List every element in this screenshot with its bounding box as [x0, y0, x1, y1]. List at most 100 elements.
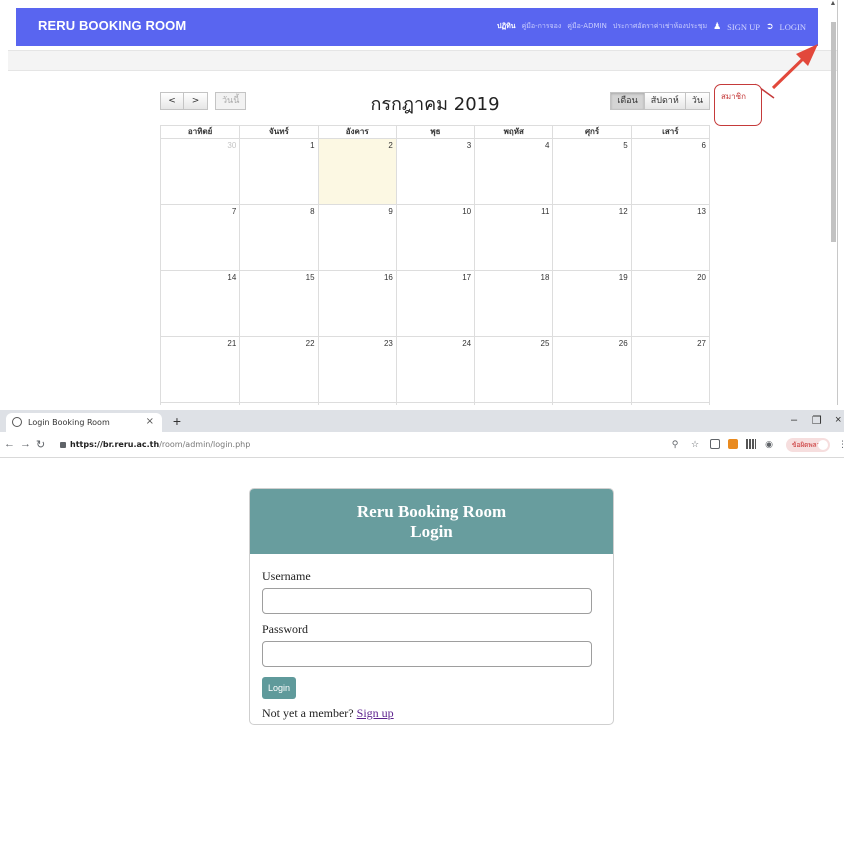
day-cell[interactable]: 6 — [630, 139, 709, 204]
week-row: 21 22 23 24 25 26 27 — [160, 336, 710, 402]
day-cell[interactable]: 23 — [317, 337, 396, 402]
day-cell[interactable]: 18 — [474, 271, 552, 336]
nav-link-booking-guide[interactable]: คู่มือ-การจอง — [522, 21, 562, 32]
login-button[interactable]: Login — [262, 677, 297, 699]
key-icon[interactable]: ⚲ — [670, 439, 680, 449]
day-cell[interactable]: 31 — [395, 403, 474, 405]
nav-link-rates[interactable]: ประกาศอัตราค่าเช่าห้องประชุม — [613, 21, 707, 32]
sub-header-bar — [8, 50, 837, 71]
day-cell[interactable]: 19 — [552, 271, 630, 336]
weekday-header: อาทิตย์ — [187, 127, 213, 136]
reload-icon[interactable]: ↻ — [36, 438, 45, 451]
day-cell[interactable]: 22 — [239, 337, 317, 402]
week-row: 14 15 16 17 18 19 20 — [160, 270, 710, 336]
menu-kebab-icon[interactable]: ⋮ — [838, 439, 844, 450]
day-cell[interactable]: 13 — [630, 205, 709, 270]
new-tab-plus-icon[interactable]: + — [168, 414, 186, 430]
cast-icon[interactable] — [710, 439, 720, 449]
weekday-header: เสาร์ — [630, 126, 709, 138]
day-cell[interactable]: 25 — [474, 337, 552, 402]
password-input[interactable] — [262, 641, 592, 667]
day-cell[interactable]: 29 — [239, 403, 317, 405]
nav-link-signup[interactable]: SIGN UP — [727, 22, 760, 32]
back-arrow-icon[interactable]: ← — [4, 438, 15, 450]
day-cell[interactable]: 1 — [239, 139, 317, 204]
day-cell-today[interactable]: 2 — [317, 139, 396, 204]
day-cell[interactable]: 12 — [552, 205, 630, 270]
day-cell[interactable]: 3 — [395, 139, 474, 204]
top-navbar: RERU BOOKING ROOM ปฏิทิน คู่มือ-การจอง ค… — [16, 8, 818, 46]
day-cell[interactable]: 8 — [239, 205, 317, 270]
day-cell[interactable]: 24 — [395, 337, 474, 402]
week-row: 7 8 9 10 11 12 13 — [160, 204, 710, 270]
signup-prompt: Not yet a member? — [262, 706, 354, 720]
tab-title: Login Booking Room — [28, 418, 110, 427]
day-cell[interactable]: 30 — [317, 403, 396, 405]
globe-icon — [12, 417, 22, 427]
browser-address-bar: ← → ↻ https://br.reru.ac.th/room/admin/l… — [0, 432, 844, 458]
day-cell[interactable]: 26 — [552, 337, 630, 402]
nav-link-admin-guide[interactable]: คู่มือ-ADMIN — [567, 21, 607, 32]
member-callout-text: สมาชิก — [721, 92, 746, 101]
browser-tab[interactable]: Login Booking Room × — [6, 413, 162, 432]
month-grid: อาทิตย์ จันทร์ อังคาร พุธ พฤหัส ศุกร์ เส… — [160, 125, 710, 405]
view-month-button[interactable]: เดือน — [610, 92, 645, 110]
window-close-icon[interactable]: × — [835, 414, 841, 426]
week-row: 28 29 30 31 1 2 3 — [160, 402, 710, 405]
scrollbar-thumb[interactable] — [831, 22, 836, 242]
login-arrow-icon: ➲ — [766, 21, 774, 32]
day-cell[interactable]: 27 — [630, 337, 709, 402]
day-cell[interactable]: 15 — [239, 271, 317, 336]
day-cell[interactable]: 20 — [630, 271, 709, 336]
login-form: Username Password Login Not yet a member… — [250, 554, 613, 721]
day-cell[interactable]: 9 — [317, 205, 396, 270]
extension-orange-icon[interactable] — [728, 439, 738, 449]
weekday-header: ศุกร์ — [552, 126, 630, 138]
day-cell[interactable]: 17 — [395, 271, 474, 336]
login-header: Reru Booking Room Login — [250, 489, 613, 554]
day-cell[interactable]: 1 — [474, 403, 552, 405]
login-subtitle: Login — [410, 522, 453, 541]
day-cell[interactable]: 11 — [474, 205, 552, 270]
scroll-up-arrow-icon[interactable]: ▲ — [829, 0, 837, 18]
nav-link-calendar[interactable]: ปฏิทิน — [497, 21, 516, 32]
week-row: 30 1 2 3 4 5 6 — [160, 138, 710, 204]
day-cell[interactable]: 2 — [552, 403, 630, 405]
qr-code-icon[interactable] — [746, 439, 756, 449]
minimize-icon[interactable]: – — [791, 414, 797, 426]
signup-line: Not yet a member? Sign up — [262, 706, 601, 721]
restore-icon[interactable]: ❐ — [812, 414, 822, 427]
error-badge[interactable]: ข้อผิดพลาด — [786, 438, 830, 452]
view-week-button[interactable]: สัปดาห์ — [644, 92, 686, 110]
login-title: Reru Booking Room — [356, 502, 507, 521]
brand-logo[interactable]: RERU BOOKING ROOM — [38, 18, 186, 33]
member-callout: สมาชิก — [714, 84, 762, 126]
calendar-page-screenshot: RERU BOOKING ROOM ปฏิทิน คู่มือ-การจอง ค… — [8, 0, 838, 405]
star-icon[interactable]: ☆ — [690, 439, 700, 449]
signup-link[interactable]: Sign up — [357, 706, 394, 720]
day-cell[interactable]: 3 — [630, 403, 709, 405]
view-day-button[interactable]: วัน — [685, 92, 710, 110]
url-domain: https://br.reru.ac.th — [70, 440, 160, 449]
close-icon[interactable]: × — [146, 416, 154, 427]
login-card: Reru Booking Room Login Username Passwor… — [249, 488, 614, 725]
day-cell[interactable]: 5 — [552, 139, 630, 204]
username-input[interactable] — [262, 588, 592, 614]
lock-icon — [60, 441, 66, 448]
profile-avatar — [818, 440, 828, 450]
password-label: Password — [262, 622, 309, 636]
day-cell[interactable]: 16 — [317, 271, 396, 336]
record-icon[interactable]: ◉ — [764, 439, 774, 449]
day-cell[interactable]: 21 — [161, 337, 239, 402]
day-cell[interactable]: 28 — [161, 403, 239, 405]
url-path: /room/admin/login.php — [159, 440, 251, 449]
forward-arrow-icon[interactable]: → — [20, 438, 31, 450]
nav-link-login[interactable]: LOGIN — [780, 22, 806, 32]
url-input[interactable]: https://br.reru.ac.th/room/admin/login.p… — [60, 437, 680, 453]
day-cell[interactable]: 14 — [161, 271, 239, 336]
day-cell[interactable]: 4 — [474, 139, 552, 204]
day-cell[interactable]: 10 — [395, 205, 474, 270]
nav-links: ปฏิทิน คู่มือ-การจอง คู่มือ-ADMIN ประกาศ… — [497, 21, 806, 32]
day-cell[interactable]: 30 — [161, 139, 239, 204]
day-cell[interactable]: 7 — [161, 205, 239, 270]
